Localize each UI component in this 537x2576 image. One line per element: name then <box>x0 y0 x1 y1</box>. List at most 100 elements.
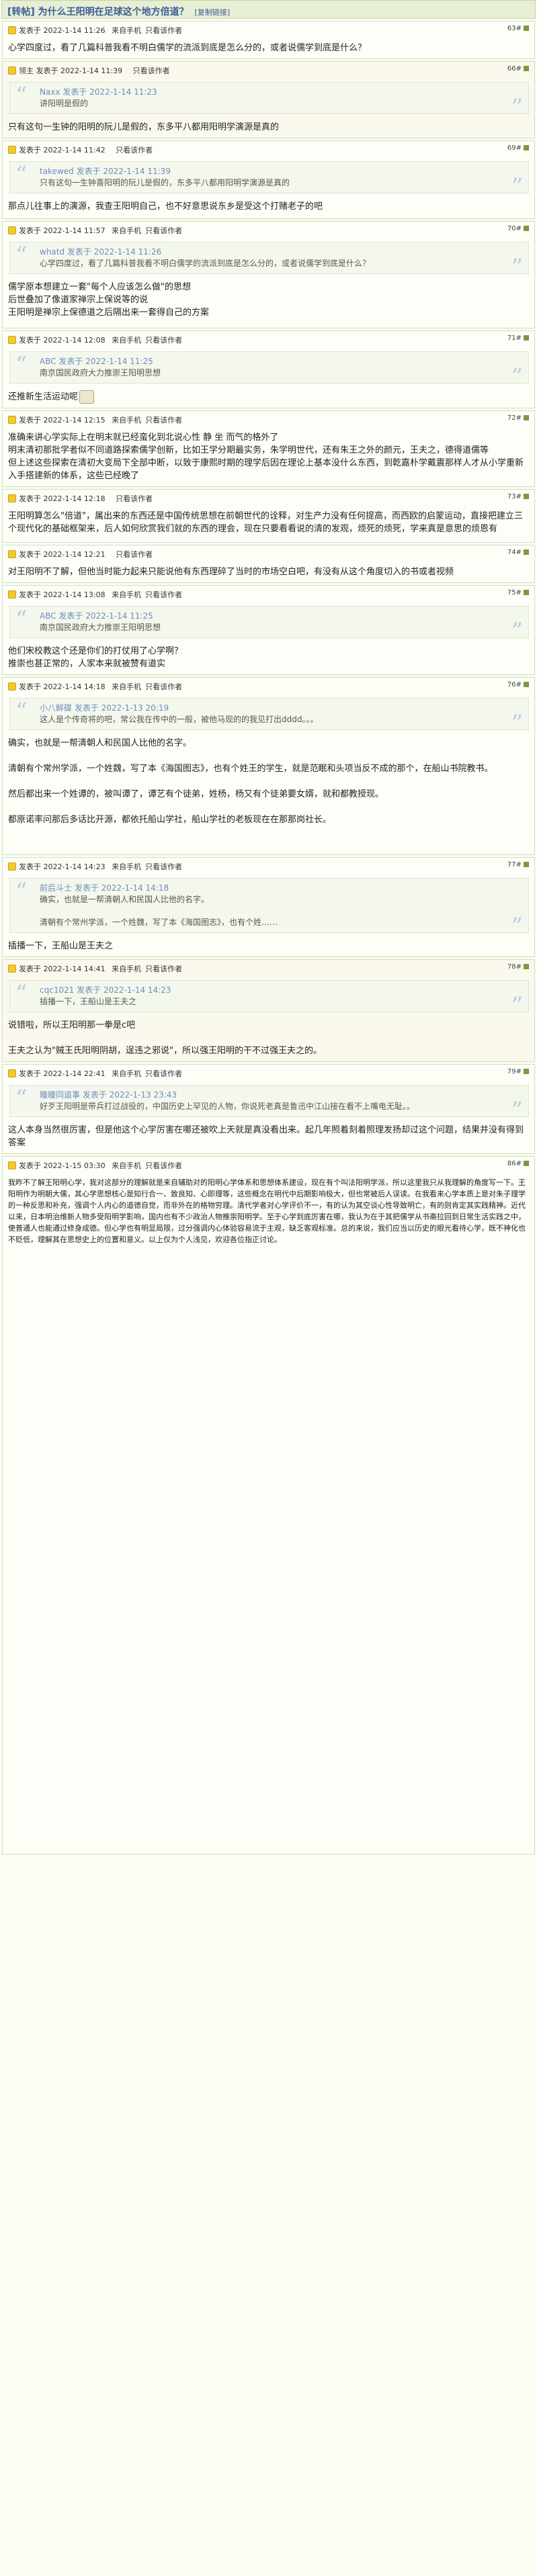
post-author-time[interactable]: 发表于 2022-1-14 11:42 <box>19 146 106 154</box>
view-author-only-link[interactable]: 只看该作者 <box>145 682 182 691</box>
post-device: 来自手机 <box>112 1161 142 1170</box>
post-author-time[interactable]: 发表于 2022-1-14 14:23 <box>19 862 106 871</box>
online-status-icon <box>8 66 16 75</box>
online-status-icon <box>8 146 16 154</box>
floor-number[interactable]: 75# <box>507 589 529 596</box>
view-author-only-link[interactable]: 只看该作者 <box>116 146 153 154</box>
post-author-time[interactable]: 发表于 2022-1-14 11:26 <box>19 26 106 35</box>
quote-header[interactable]: ABC 发表于 2022-1-14 11:25 <box>40 356 522 367</box>
quote-text: 只有这句一生钟喜阳明的阮儿是假的，东多平八都用阳明学演源是真的 <box>40 178 290 187</box>
thread-title: [转帖] 为什么王阳明在足球这个地方倍道？ <box>7 7 189 17</box>
view-author-only-link[interactable]: 只看该作者 <box>145 26 182 35</box>
quote-header[interactable]: whatd 发表于 2022-1-14 11:26 <box>40 247 522 258</box>
floor-number[interactable]: 86# <box>507 1160 529 1167</box>
quote-header[interactable]: 瞳瞳同道事 发表于 2022-1-13 23:43 <box>40 1090 522 1101</box>
post-device: 来自手机 <box>112 862 142 871</box>
floor-number[interactable]: 70# <box>507 225 529 232</box>
quote-text: 南京国民政府大力推崇王阳明思想 <box>40 368 161 377</box>
thread-title-bar: [转帖] 为什么王阳明在足球这个地方倍道？ [复制链接] <box>1 0 536 19</box>
online-status-icon <box>8 26 16 34</box>
flag-icon <box>524 494 529 499</box>
post: 发表于 2022-1-14 12:21 只看该作者 74# 对王阳明不了解，但他当时… <box>2 545 535 583</box>
view-author-only-link[interactable]: 只看该作者 <box>145 226 182 235</box>
post-body: 他们宋校教这个还是你们的打仗用了心学啊？ 推崇也甚正常的，人家本来就被赞有道实 <box>8 646 183 669</box>
flag-icon <box>524 1069 529 1074</box>
view-author-only-link[interactable]: 只看该作者 <box>116 550 153 559</box>
floor-number-label: 71# <box>507 335 522 342</box>
view-author-only-link[interactable]: 只看该作者 <box>116 494 153 503</box>
close-quote-icon: ” <box>511 618 523 645</box>
view-author-only-link[interactable]: 只看该作者 <box>145 965 182 973</box>
view-author-only-link[interactable]: 只看该作者 <box>145 862 182 871</box>
quote-header[interactable]: 前后斗士 发表于 2022-1-14 14:18 <box>40 883 522 894</box>
post-header: 发表于 2022-1-14 12:15 来自手机 只看该作者 <box>3 411 534 427</box>
quote-header[interactable]: ABC 发表于 2022-1-14 11:25 <box>40 611 522 622</box>
floor-number-label: 79# <box>507 1068 522 1075</box>
floor-number[interactable]: 63# <box>507 25 529 32</box>
post-list: 发表于 2022-1-14 11:26 来自手机 只看该作者 63# 心学四度过，看了… <box>0 21 537 1855</box>
close-quote-icon: ” <box>511 173 523 200</box>
flag-icon <box>524 26 529 31</box>
floor-number-label: 74# <box>507 549 522 556</box>
post: 发表于 2022-1-14 14:18 来自手机 只看该作者 76# “小八鲜碟 发表… <box>2 677 535 855</box>
post-device: 来自手机 <box>112 1069 142 1078</box>
post-author-time[interactable]: 发表于 2022-1-14 14:18 <box>19 682 106 691</box>
quote-header[interactable]: Naxx 发表于 2022-1-14 11:23 <box>40 87 522 98</box>
quote-header[interactable]: cqc1021 发表于 2022-1-14 14:23 <box>40 985 522 996</box>
floor-number-label: 69# <box>507 144 522 152</box>
post-author-time[interactable]: 发表于 2022-1-15 03:30 <box>19 1161 106 1170</box>
flag-icon <box>524 862 529 867</box>
close-quote-icon: ” <box>511 94 523 121</box>
floor-number[interactable]: 78# <box>507 963 529 971</box>
view-author-only-link[interactable]: 只看该作者 <box>145 1161 182 1170</box>
online-status-icon <box>8 336 16 344</box>
view-author-only-link[interactable]: 只看该作者 <box>145 416 182 425</box>
close-quote-icon: ” <box>511 1097 523 1124</box>
floor-number[interactable]: 74# <box>507 549 529 556</box>
flag-icon <box>524 964 529 969</box>
view-author-only-link[interactable]: 只看该作者 <box>145 1069 182 1078</box>
post-author-time[interactable]: 发表于 2022-1-14 12:15 <box>19 416 106 425</box>
post-body: 王阳明算怎么"倍道"，属出来的东西还是中国传统思想在前朝世代的诠释，对生产力没有… <box>8 511 523 534</box>
floor-number[interactable]: 66# <box>507 65 529 73</box>
post-author-time[interactable]: 领主 发表于 2022-1-14 11:39 <box>19 66 122 75</box>
floor-number[interactable]: 77# <box>507 861 529 869</box>
open-quote-icon: “ <box>15 1085 28 1112</box>
post-author-time[interactable]: 发表于 2022-1-14 11:57 <box>19 226 106 235</box>
post-header: 发表于 2022-1-14 22:41 来自手机 只看该作者 <box>3 1065 534 1081</box>
quote-header[interactable]: takewed 发表于 2022-1-14 11:39 <box>40 166 522 177</box>
open-quote-icon: “ <box>15 878 28 905</box>
post-header: 领主 发表于 2022-1-14 11:39 只看该作者 <box>3 62 534 78</box>
post-author-time[interactable]: 发表于 2022-1-14 13:08 <box>19 590 106 599</box>
quote-text: 讲阳明是假的 <box>40 99 89 108</box>
post-author-time[interactable]: 发表于 2022-1-14 22:41 <box>19 1069 106 1078</box>
post-device: 来自手机 <box>112 336 142 345</box>
floor-number[interactable]: 69# <box>507 144 529 152</box>
quote-block: “ cqc1021 发表于 2022-1-14 14:23 插播一下，王船山是王夫之… <box>9 980 529 1017</box>
view-author-only-link[interactable]: 只看该作者 <box>145 590 182 599</box>
floor-number[interactable]: 79# <box>507 1068 529 1075</box>
open-quote-icon: “ <box>15 606 28 633</box>
quote-text: 这人是个传奇将的吧，常公我在传中的一般，被他马现的的我见打出dddd。。。 <box>40 715 319 724</box>
floor-number[interactable]: 72# <box>507 414 529 422</box>
view-author-only-link[interactable]: 只看该作者 <box>145 336 182 345</box>
floor-number[interactable]: 76# <box>507 681 529 689</box>
floor-number[interactable]: 73# <box>507 493 529 500</box>
post-author-time[interactable]: 发表于 2022-1-14 12:21 <box>19 550 106 559</box>
post: 发表于 2022-1-14 12:18 只看该作者 73# 王阳明算怎么"倍道"，属… <box>2 489 535 543</box>
quote-block: “ 小八鲜碟 发表于 2022-1-13 20:19 这人是个传奇将的吧，常公我在传… <box>9 698 529 735</box>
post-header: 发表于 2022-1-14 12:18 只看该作者 <box>3 490 534 506</box>
quote-text: 插播一下，王船山是王夫之 <box>40 997 137 1006</box>
close-quote-icon: ” <box>511 710 523 737</box>
post-body: 心学四度过，看了几篇科普我看不明白儒学的流派到底是怎么分的，或者说儒学到底是什么… <box>8 43 367 53</box>
post-author-time[interactable]: 发表于 2022-1-14 14:41 <box>19 965 106 973</box>
view-author-only-link[interactable]: 只看该作者 <box>133 66 170 75</box>
quote-block: “ 瞳瞳同道事 发表于 2022-1-13 23:43 好歹王阳明是带兵打过战役的，… <box>9 1085 529 1122</box>
floor-number-label: 73# <box>507 493 522 500</box>
post-author-time[interactable]: 发表于 2022-1-14 12:18 <box>19 494 106 503</box>
post-author-time[interactable]: 发表于 2022-1-14 12:08 <box>19 336 106 345</box>
copy-link-button[interactable]: [复制链接] <box>195 8 231 17</box>
quote-text: 好歹王阳明是带兵打过战役的，中国历史上罕见的人物，你说死老真是鲁迅中江山接在看不… <box>40 1102 415 1111</box>
quote-header[interactable]: 小八鲜碟 发表于 2022-1-13 20:19 <box>40 703 522 714</box>
floor-number[interactable]: 71# <box>507 335 529 342</box>
